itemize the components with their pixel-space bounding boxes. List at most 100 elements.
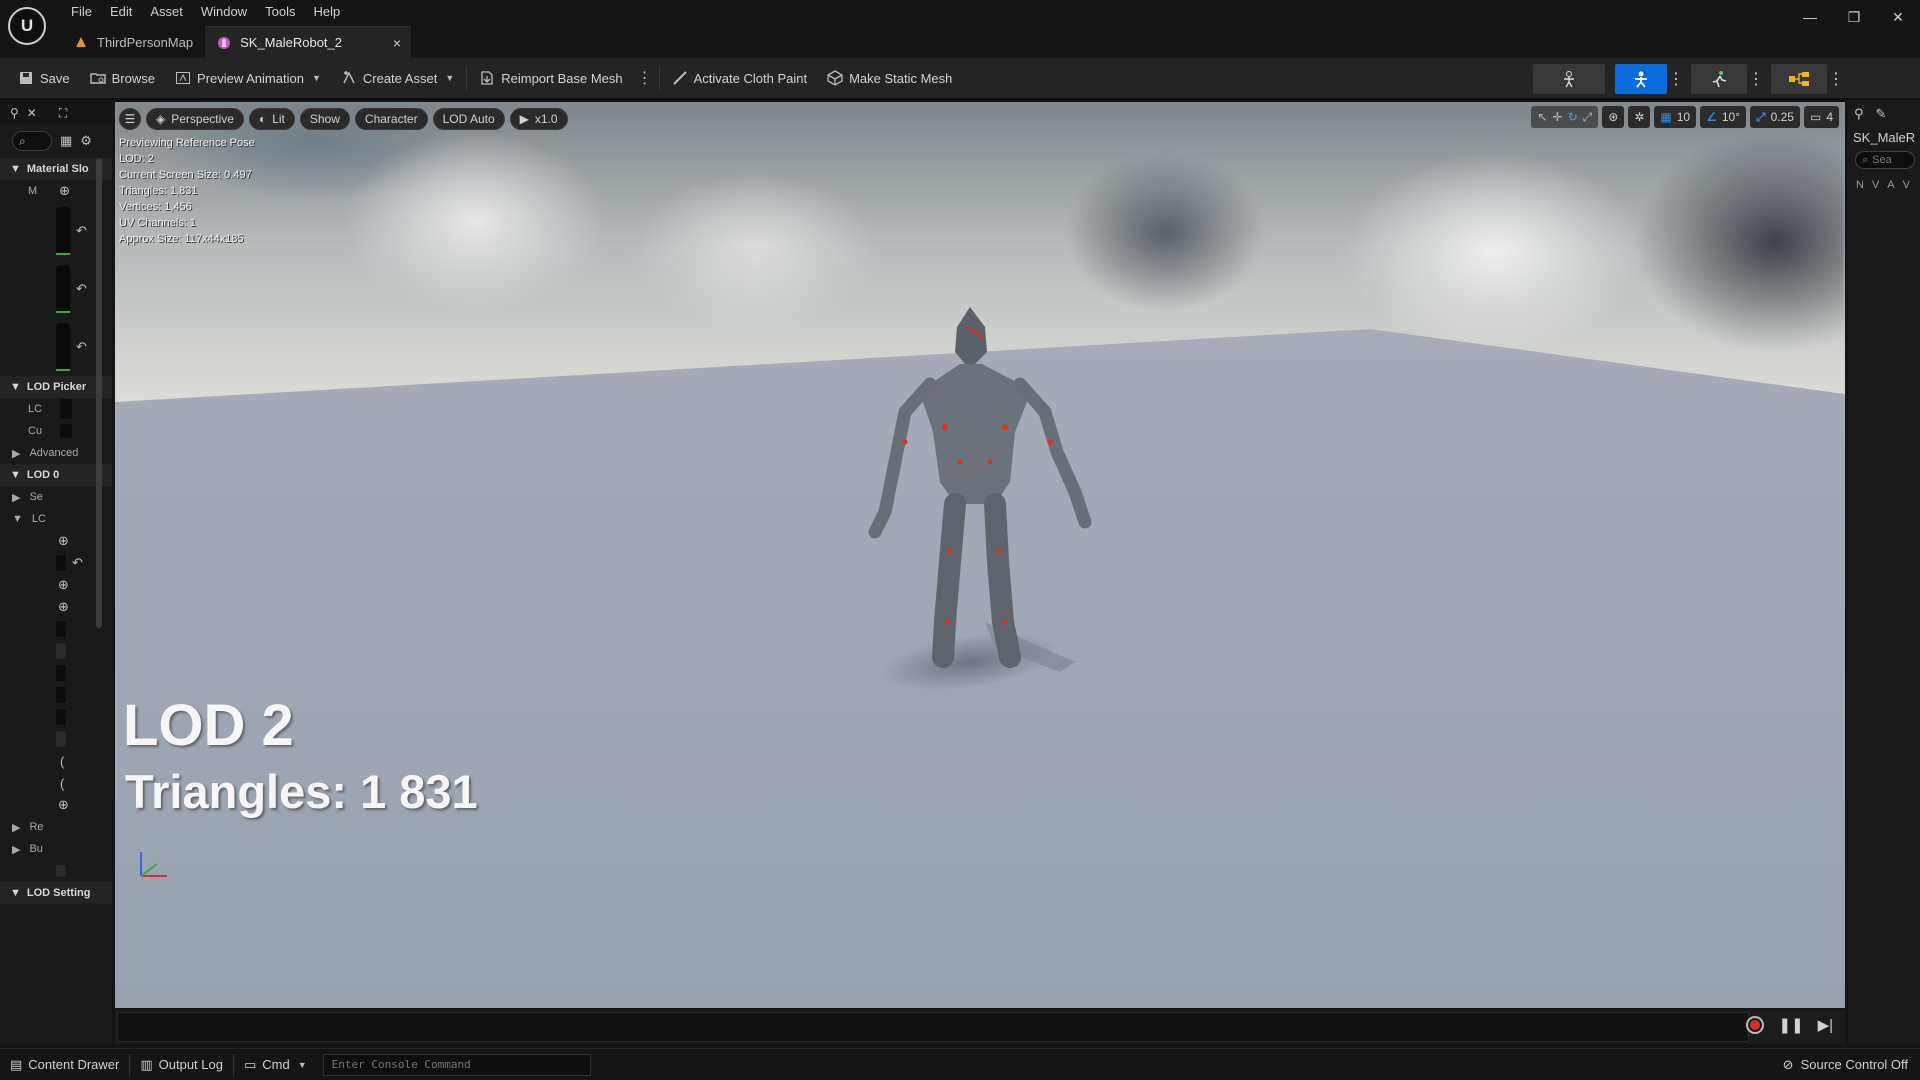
playback-speed-button[interactable]: ▶ x1.0 xyxy=(509,108,568,130)
output-log-button[interactable]: ▥ Output Log xyxy=(130,1052,233,1078)
camera-speed-button[interactable]: ▭ 4 xyxy=(1803,106,1839,128)
menu-file[interactable]: File xyxy=(62,0,101,24)
create-asset-dropdown[interactable]: Create Asset ▼ xyxy=(331,63,464,93)
chevron-down-icon: ▼ xyxy=(297,1059,307,1070)
source-control-button[interactable]: ⊘ Source Control Off xyxy=(1783,1057,1908,1073)
close-panel-icon[interactable]: ✕ xyxy=(27,106,37,120)
viewport[interactable]: ☰ ◈ Perspective ◐ Lit Show Character LOD A… xyxy=(115,102,1845,1008)
more-options-icon[interactable]: ⋮ xyxy=(1667,69,1685,89)
details-tab-icon[interactable]: ⚲ xyxy=(10,106,19,120)
move-icon[interactable]: ✛ xyxy=(1553,110,1563,124)
perspective-button[interactable]: ◈ Perspective xyxy=(146,108,244,130)
rotate-icon[interactable]: ↻ xyxy=(1568,110,1578,124)
add-element-icon[interactable]: ⊕ xyxy=(59,183,70,199)
tab-thirdpersonmap[interactable]: ThirdPersonMap xyxy=(62,26,206,58)
skeleton-tree-tab-icon[interactable]: ⚲ xyxy=(1854,106,1864,122)
save-button[interactable]: Save xyxy=(8,63,80,93)
surface-snap-button[interactable]: ✲ xyxy=(1628,106,1651,128)
asset-details-tab-icon[interactable]: ⛶ xyxy=(59,106,67,121)
pause-icon[interactable]: ❚❚ xyxy=(1778,1016,1803,1034)
preview-animation-dropdown[interactable]: Preview Animation ▼ xyxy=(165,63,331,93)
add-element-icon[interactable]: ⊕ xyxy=(58,599,69,615)
column-header[interactable]: N xyxy=(1856,179,1864,191)
tab-label: SK_MaleRobot_2 xyxy=(240,35,343,50)
close-window-button[interactable]: ✕ xyxy=(1876,0,1920,34)
menu-asset[interactable]: Asset xyxy=(141,0,192,24)
search-input[interactable]: ⌕ xyxy=(12,131,52,151)
property-field[interactable] xyxy=(56,687,66,703)
add-element-icon[interactable]: ⊕ xyxy=(58,797,69,813)
minimize-button[interactable]: — xyxy=(1788,0,1832,34)
partial-add-icon[interactable]: ( xyxy=(60,754,64,769)
material-thumbnail[interactable] xyxy=(56,207,70,255)
reduction-settings-row[interactable]: ▶ Re xyxy=(0,816,112,838)
coordinate-space-button[interactable]: ⊛ xyxy=(1602,106,1625,128)
add-element-icon[interactable]: ⊕ xyxy=(58,533,69,549)
editor-mode-switcher: ⋮ ⋮ ⋮ xyxy=(1533,64,1845,94)
record-button[interactable] xyxy=(1746,1016,1765,1034)
property-field[interactable] xyxy=(56,621,66,637)
lod-auto-button[interactable]: LOD Auto xyxy=(432,108,505,130)
restore-button[interactable]: ❐ xyxy=(1832,0,1876,34)
preview-settings-tab-icon[interactable]: ✎ xyxy=(1876,106,1887,122)
skeletal-mesh-mode-button[interactable] xyxy=(1615,64,1667,94)
stat-line: Approx Size: 117x44x185 xyxy=(119,233,244,245)
reset-arrow-icon[interactable]: ↶ xyxy=(76,223,87,239)
reset-arrow-icon[interactable]: ↶ xyxy=(76,339,87,355)
activate-cloth-paint-button[interactable]: Activate Cloth Paint xyxy=(662,63,817,93)
more-options-icon[interactable]: ⋮ xyxy=(1827,69,1845,89)
menu-edit[interactable]: Edit xyxy=(101,0,141,24)
content-drawer-button[interactable]: ▤ Content Drawer xyxy=(0,1052,129,1078)
scale-icon[interactable]: ⤢ xyxy=(1583,110,1593,125)
cmd-dropdown[interactable]: ▭ Cmd ▼ xyxy=(234,1052,317,1078)
console-command-input[interactable] xyxy=(322,1053,591,1076)
skeleton-search-input[interactable]: ⌕ Sea xyxy=(1855,151,1915,169)
column-header[interactable]: V xyxy=(1872,179,1879,191)
lod-value-field[interactable] xyxy=(60,399,73,419)
gear-icon[interactable]: ⚙ xyxy=(80,133,92,149)
reset-arrow-icon[interactable]: ↶ xyxy=(76,281,87,297)
custom-lod-checkbox[interactable] xyxy=(60,424,73,438)
unreal-logo-icon[interactable]: U xyxy=(8,7,46,45)
column-header[interactable]: V xyxy=(1903,179,1910,191)
property-field[interactable] xyxy=(56,643,66,659)
build-settings-row[interactable]: ▶ Bu xyxy=(0,838,112,860)
section-lod-settings[interactable]: ▼ LOD Setting xyxy=(0,882,112,904)
select-icon[interactable]: ↖ xyxy=(1537,110,1547,124)
scale-snap-button[interactable]: ⤢ 0.25 xyxy=(1750,106,1800,128)
table-view-icon[interactable]: ▦ xyxy=(60,133,72,149)
menu-window[interactable]: Window xyxy=(192,0,256,24)
property-field[interactable] xyxy=(56,555,66,571)
skeleton-mode-button[interactable] xyxy=(1533,64,1605,94)
rotation-snap-button[interactable]: ∠ 10° xyxy=(1700,106,1746,128)
partial-add-icon[interactable]: ( xyxy=(60,776,64,791)
show-button[interactable]: Show xyxy=(299,108,350,130)
browse-button[interactable]: Browse xyxy=(80,63,165,93)
timeline-track[interactable] xyxy=(117,1012,1749,1042)
add-element-icon[interactable]: ⊕ xyxy=(58,577,69,593)
lit-mode-button[interactable]: ◐ Lit xyxy=(248,108,295,130)
material-thumbnail[interactable] xyxy=(56,323,70,371)
more-options-icon[interactable]: ⋮ xyxy=(1747,69,1765,89)
close-tab-icon[interactable]: × xyxy=(393,35,401,51)
make-static-mesh-button[interactable]: Make Static Mesh xyxy=(817,63,962,93)
property-field[interactable] xyxy=(56,731,66,747)
material-thumbnail[interactable] xyxy=(56,265,70,313)
character-button[interactable]: Character xyxy=(354,108,428,130)
more-options-icon[interactable]: ⋮ xyxy=(633,68,657,88)
grid-snap-button[interactable]: ▦ 10 xyxy=(1654,106,1697,128)
step-forward-icon[interactable]: ▶| xyxy=(1818,1016,1833,1034)
reimport-base-mesh-button[interactable]: Reimport Base Mesh xyxy=(469,63,632,93)
reset-arrow-icon[interactable]: ↶ xyxy=(72,555,83,571)
menu-help[interactable]: Help xyxy=(304,0,349,24)
animation-mode-button[interactable] xyxy=(1691,64,1747,94)
property-field[interactable] xyxy=(56,865,66,877)
details-scrollbar[interactable] xyxy=(96,158,102,628)
blueprint-mode-button[interactable] xyxy=(1771,64,1827,94)
column-header[interactable]: A xyxy=(1887,179,1894,191)
property-field[interactable] xyxy=(56,709,66,725)
property-field[interactable] xyxy=(56,665,66,681)
tab-sk-malerobot[interactable]: SK_MaleRobot_2 × xyxy=(205,26,412,58)
viewport-options-button[interactable]: ☰ xyxy=(119,108,141,130)
menu-tools[interactable]: Tools xyxy=(256,0,304,24)
